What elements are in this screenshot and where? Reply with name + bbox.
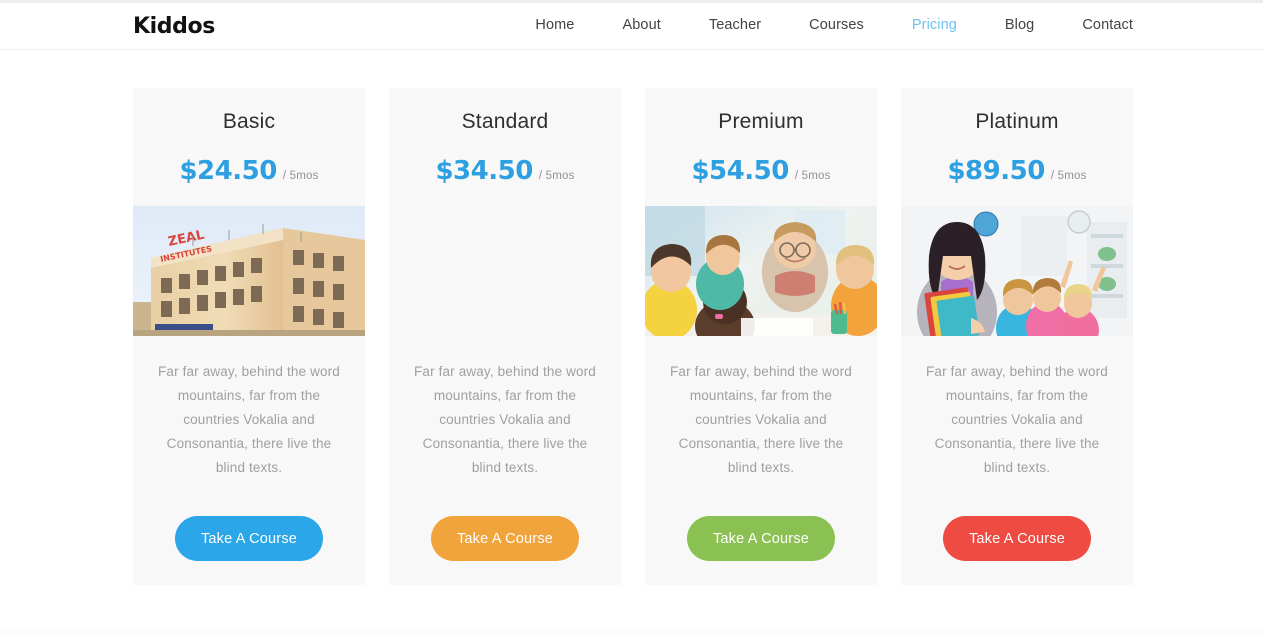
next-section-cutoff <box>0 627 1263 635</box>
nav-item-home[interactable]: Home <box>511 17 598 33</box>
pricing-card-price-row: $54.50 / 5mos <box>691 156 830 186</box>
nav-item-courses[interactable]: Courses <box>785 17 888 33</box>
pricing-card-platinum: Platinum $89.50 / 5mos Far far away, beh… <box>901 88 1133 585</box>
pricing-card-amount: $54.50 <box>691 156 789 186</box>
site-logo[interactable]: Kiddos <box>133 14 215 39</box>
nav-item-contact[interactable]: Contact <box>1058 17 1133 33</box>
pricing-card-title: Platinum <box>975 110 1059 133</box>
pricing-card-price-row: $24.50 / 5mos <box>179 156 318 186</box>
site-header: Kiddos Home About Teacher Courses Pricin… <box>0 3 1263 50</box>
pricing-card-image-missing <box>389 206 621 336</box>
pricing-card-image-classroom <box>645 206 877 336</box>
pricing-card-description: Far far away, behind the word mountains,… <box>670 364 852 475</box>
take-a-course-button-premium[interactable]: Take A Course <box>686 516 836 561</box>
pricing-card-period: / 5mos <box>282 170 319 182</box>
pricing-card-premium: Premium $54.50 / 5mos Far far away, behi… <box>645 88 877 585</box>
main-navigation: Home About Teacher Courses Pricing Blog … <box>511 17 1133 33</box>
nav-item-blog[interactable]: Blog <box>981 17 1058 33</box>
pricing-cards-container: Basic $24.50 / 5mos ZEAL INSTITUTES Far … <box>133 88 1133 585</box>
pricing-card-period: / 5mos <box>1050 170 1087 182</box>
pricing-card-standard: Standard $34.50 / 5mos Far far away, beh… <box>389 88 621 585</box>
pricing-card-price-row: $34.50 / 5mos <box>435 156 574 186</box>
pricing-card-description: Far far away, behind the word mountains,… <box>158 364 340 475</box>
pricing-card-period: / 5mos <box>794 170 831 182</box>
pricing-card-amount: $24.50 <box>179 156 277 186</box>
pricing-card-title: Premium <box>718 110 804 133</box>
pricing-card-title: Basic <box>222 110 276 133</box>
pricing-card-amount: $34.50 <box>435 156 533 186</box>
pricing-card-image-teacher <box>901 206 1133 336</box>
pricing-card-image-building: ZEAL INSTITUTES <box>133 206 365 336</box>
pricing-card-title: Standard <box>461 110 549 133</box>
take-a-course-button-platinum[interactable]: Take A Course <box>942 516 1092 561</box>
pricing-card-amount: $89.50 <box>947 156 1045 186</box>
pricing-card-price-row: $89.50 / 5mos <box>947 156 1086 186</box>
nav-item-teacher[interactable]: Teacher <box>685 17 785 33</box>
pricing-card-basic: Basic $24.50 / 5mos ZEAL INSTITUTES Far … <box>133 88 365 585</box>
pricing-card-period: / 5mos <box>538 170 575 182</box>
nav-item-about[interactable]: About <box>598 17 684 33</box>
nav-item-pricing[interactable]: Pricing <box>888 17 981 33</box>
take-a-course-button-standard[interactable]: Take A Course <box>430 516 580 561</box>
page-root: Kiddos Home About Teacher Courses Pricin… <box>0 0 1263 635</box>
take-a-course-button-basic[interactable]: Take A Course <box>174 516 324 561</box>
pricing-card-description: Far far away, behind the word mountains,… <box>926 364 1108 475</box>
pricing-card-description: Far far away, behind the word mountains,… <box>414 364 596 475</box>
